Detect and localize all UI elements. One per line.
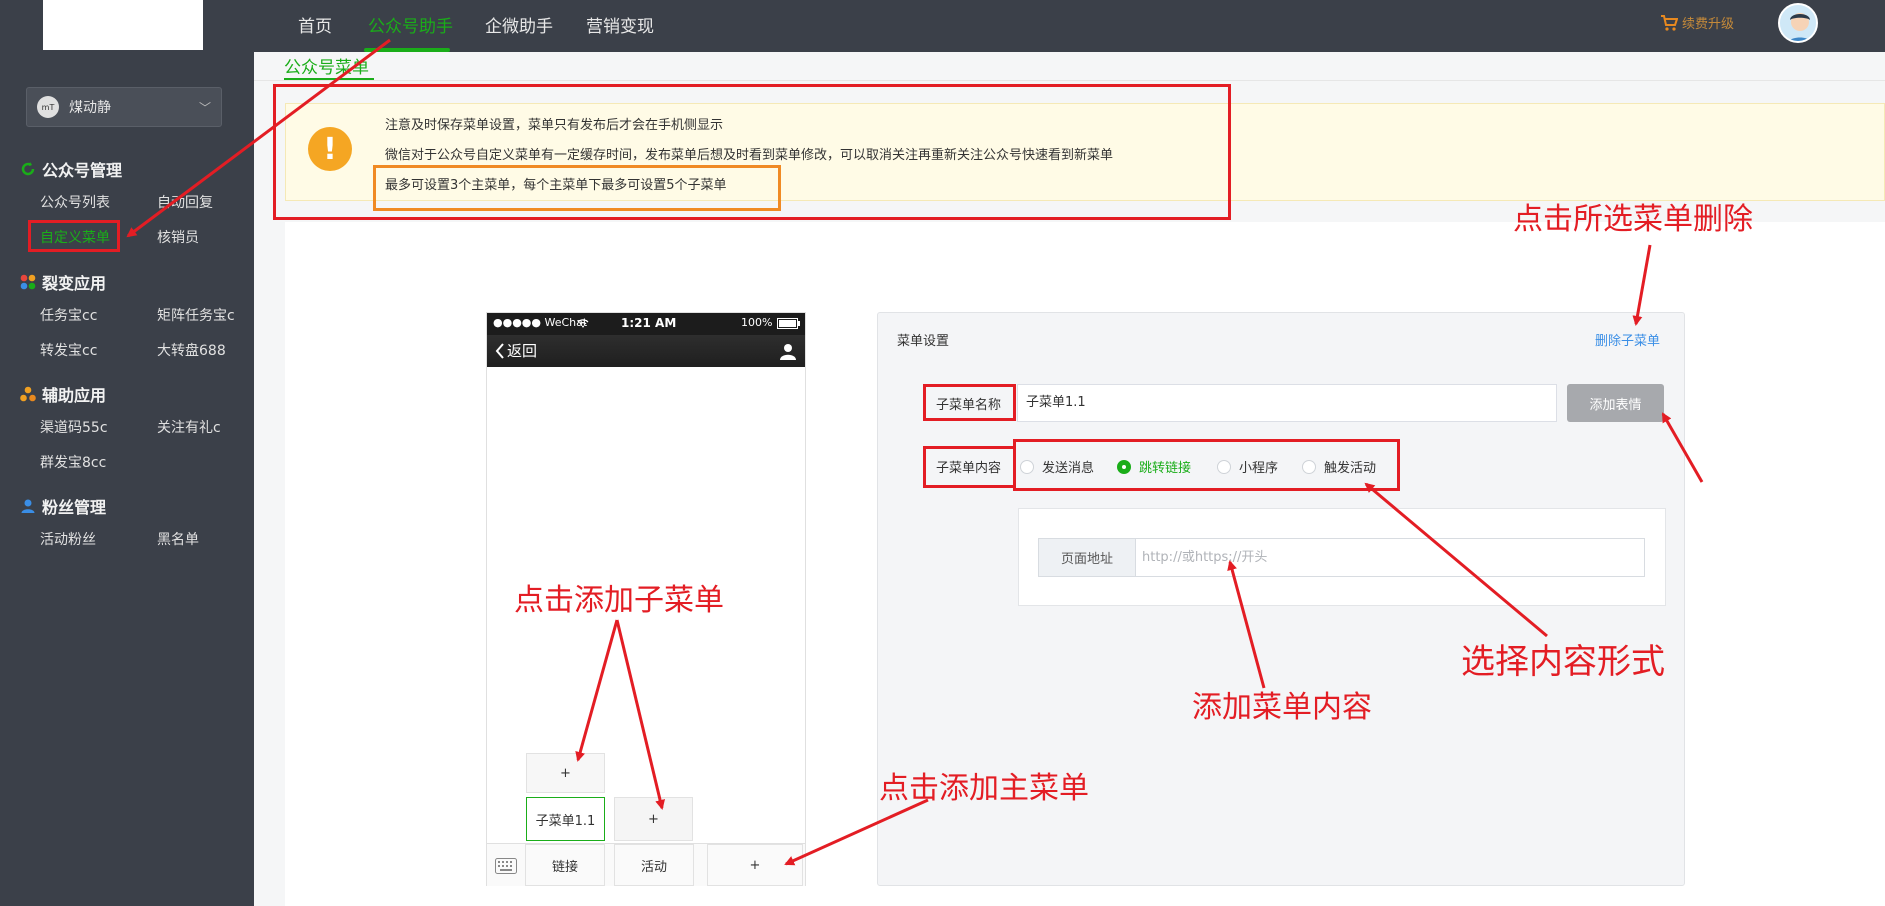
back-button[interactable]: 返回	[495, 340, 537, 361]
submenu-name-input[interactable]: 子菜单1.1	[1017, 384, 1557, 422]
add-submenu-button[interactable]: +	[526, 753, 605, 793]
nav-active-indicator	[364, 48, 450, 52]
annotation-content-box	[923, 446, 1016, 488]
keyboard-icon[interactable]	[495, 858, 517, 874]
nav-home[interactable]: 首页	[298, 12, 332, 37]
phone-menu-bar: 链接 活动 +	[487, 843, 805, 886]
section-aux-apps: 辅助应用	[20, 382, 106, 406]
logo[interactable]	[43, 0, 203, 50]
battery-label: 100%	[741, 316, 773, 329]
sidebar-item-verifier[interactable]: 核销员	[157, 227, 199, 247]
upgrade-label: 续费升级	[1682, 17, 1735, 32]
phone-status-bar: ●●●●● WeChat 1:21 AM 100%	[487, 313, 805, 335]
avatar[interactable]	[1778, 3, 1818, 43]
annotation-name-box	[923, 384, 1016, 421]
chevron-left-icon	[495, 342, 504, 359]
page-url-label: 页面地址	[1038, 538, 1136, 577]
phone-nav-bar: 返回	[487, 335, 805, 367]
main-menu-link[interactable]: 链接	[525, 844, 605, 886]
settings-title: 菜单设置	[897, 334, 950, 349]
top-bar: 首页 公众号助手 企微助手 营销变现 续费升级	[0, 0, 1885, 52]
annotation-options-box	[1013, 439, 1400, 491]
annotation-delete-hint: 点击所选菜单删除	[1513, 202, 1753, 237]
upgrade-link[interactable]: 续费升级	[1660, 13, 1734, 32]
refresh-icon	[21, 162, 35, 176]
sidebar-item-channel-code[interactable]: 渠道码55c	[40, 417, 108, 437]
annotation-sidebar-box	[28, 220, 120, 252]
nav-wecom-assistant[interactable]: 企微助手	[485, 12, 553, 37]
section-fission-apps: 裂变应用	[20, 270, 106, 294]
nav-mp-assistant[interactable]: 公众号助手	[368, 12, 453, 37]
avatar-image-icon	[1780, 5, 1816, 41]
add-main-menu-button[interactable]: +	[707, 844, 803, 886]
tools-icon	[20, 386, 36, 402]
section-mp-management: 公众号管理	[20, 157, 122, 181]
page-url-input[interactable]	[1135, 538, 1645, 577]
chevron-down-icon: ﹀	[198, 100, 211, 115]
account-selector[interactable]: mT 煤动静 ﹀	[26, 87, 222, 127]
nav-marketing[interactable]: 营销变现	[586, 12, 654, 37]
sidebar-item-blacklist[interactable]: 黑名单	[157, 529, 199, 549]
sidebar-item-forward-bao[interactable]: 转发宝cc	[40, 340, 97, 360]
sidebar-item-wheel[interactable]: 大转盘688	[157, 340, 226, 360]
annotation-add-main-hint: 点击添加主菜单	[879, 771, 1089, 806]
annotation-add-sub-hint: 点击添加子菜单	[514, 583, 724, 618]
sidebar-item-task-bao[interactable]: 任务宝cc	[40, 305, 97, 325]
carrier-label: ●●●●● WeChat	[493, 316, 588, 329]
delete-submenu-link[interactable]: 删除子菜单	[1595, 330, 1660, 349]
sidebar-item-mass-send[interactable]: 群发宝8cc	[40, 452, 106, 472]
cart-icon	[1661, 14, 1678, 31]
add-emoji-button[interactable]: 添加表情	[1567, 384, 1664, 422]
sidebar-item-active-fans[interactable]: 活动粉丝	[40, 529, 96, 549]
submenu-item[interactable]: 子菜单1.1	[526, 797, 605, 841]
annotation-limit-box	[373, 165, 781, 211]
divider	[254, 80, 1885, 81]
sidebar-item-auto-reply[interactable]: 自动回复	[157, 192, 213, 212]
annotation-form-hint: 选择内容形式	[1461, 642, 1665, 682]
main-menu-activity[interactable]: 活动	[614, 844, 694, 886]
tab-mp-menu[interactable]: 公众号菜单	[284, 53, 369, 78]
sidebar-item-follow-gift[interactable]: 关注有礼c	[157, 417, 221, 437]
profile-icon[interactable]	[779, 342, 797, 360]
status-time: 1:21 AM	[621, 316, 677, 330]
add-submenu-button-2[interactable]: +	[614, 797, 693, 841]
annotation-content-hint: 添加菜单内容	[1192, 690, 1372, 725]
sidebar-item-matrix-task-bao[interactable]: 矩阵任务宝c	[157, 305, 235, 325]
account-logo-icon: mT	[37, 96, 59, 118]
apps-icon	[20, 274, 36, 290]
account-name: 煤动静	[69, 100, 111, 116]
sidebar-item-mp-list[interactable]: 公众号列表	[40, 192, 110, 212]
section-fan-management: 粉丝管理	[20, 494, 106, 518]
battery-icon	[777, 318, 800, 329]
user-icon	[21, 499, 35, 513]
wifi-icon	[577, 319, 589, 328]
